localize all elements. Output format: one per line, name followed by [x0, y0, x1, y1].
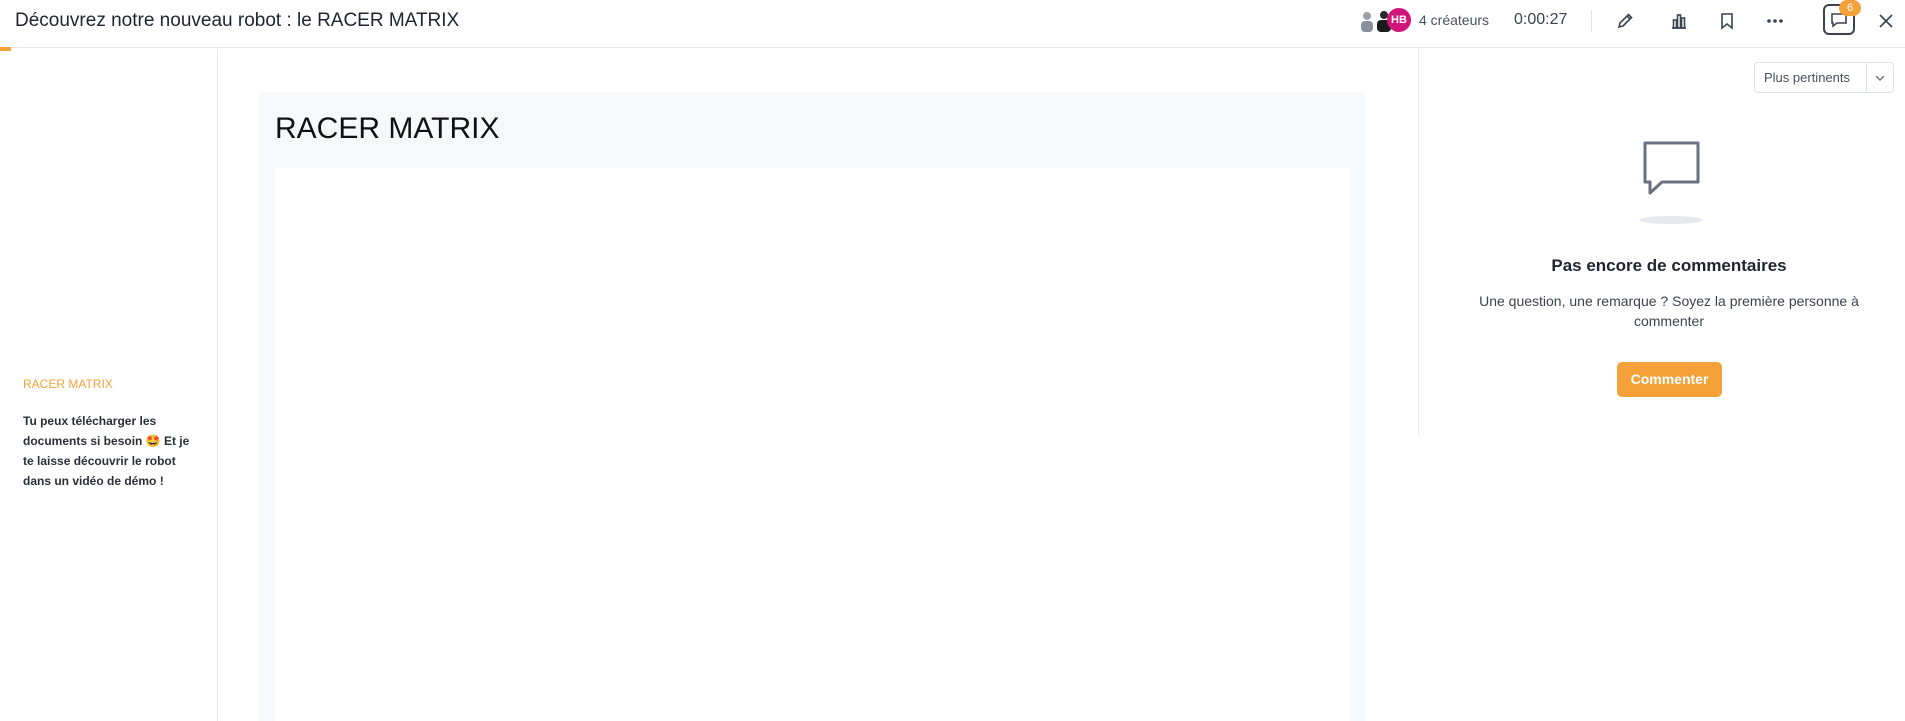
edit-icon[interactable]	[1612, 8, 1638, 34]
avatar: HB	[1387, 8, 1411, 32]
bookmark-icon[interactable]	[1714, 8, 1740, 34]
empty-state-text: Une question, une remarque ? Soyez la pr…	[1479, 293, 1859, 329]
sort-selected-label: Plus pertinents	[1764, 70, 1850, 85]
sidebar-description: Tu peux télécharger les documents si bes…	[23, 414, 190, 488]
sidebar-heading[interactable]: RACER MATRIX	[23, 377, 113, 391]
comment-button[interactable]: Commenter	[1617, 362, 1722, 397]
top-bar: Découvrez notre nouveau robot : le RACER…	[0, 0, 1905, 48]
speech-bubble-icon	[1636, 138, 1706, 228]
reading-timer: 0:00:27	[1514, 11, 1568, 28]
more-icon[interactable]	[1762, 8, 1788, 34]
creators-link[interactable]: 4 créateurs	[1419, 12, 1489, 28]
close-icon[interactable]	[1873, 8, 1899, 34]
chevron-down-icon	[1866, 63, 1893, 92]
document-title: RACER MATRIX	[275, 112, 500, 145]
content-card: RACER MATRIX	[258, 92, 1366, 721]
comment-count-badge: 6	[1839, 0, 1861, 16]
stats-icon[interactable]	[1666, 8, 1692, 34]
page-title: Découvrez notre nouveau robot : le RACER…	[15, 10, 460, 31]
divider	[1418, 49, 1419, 434]
creator-avatars[interactable]: HB	[1356, 8, 1412, 32]
document-viewer[interactable]	[275, 168, 1350, 721]
divider	[1591, 10, 1592, 32]
empty-state-title: Pas encore de commentaires	[1551, 256, 1787, 275]
sort-select[interactable]: Plus pertinents	[1754, 62, 1894, 93]
